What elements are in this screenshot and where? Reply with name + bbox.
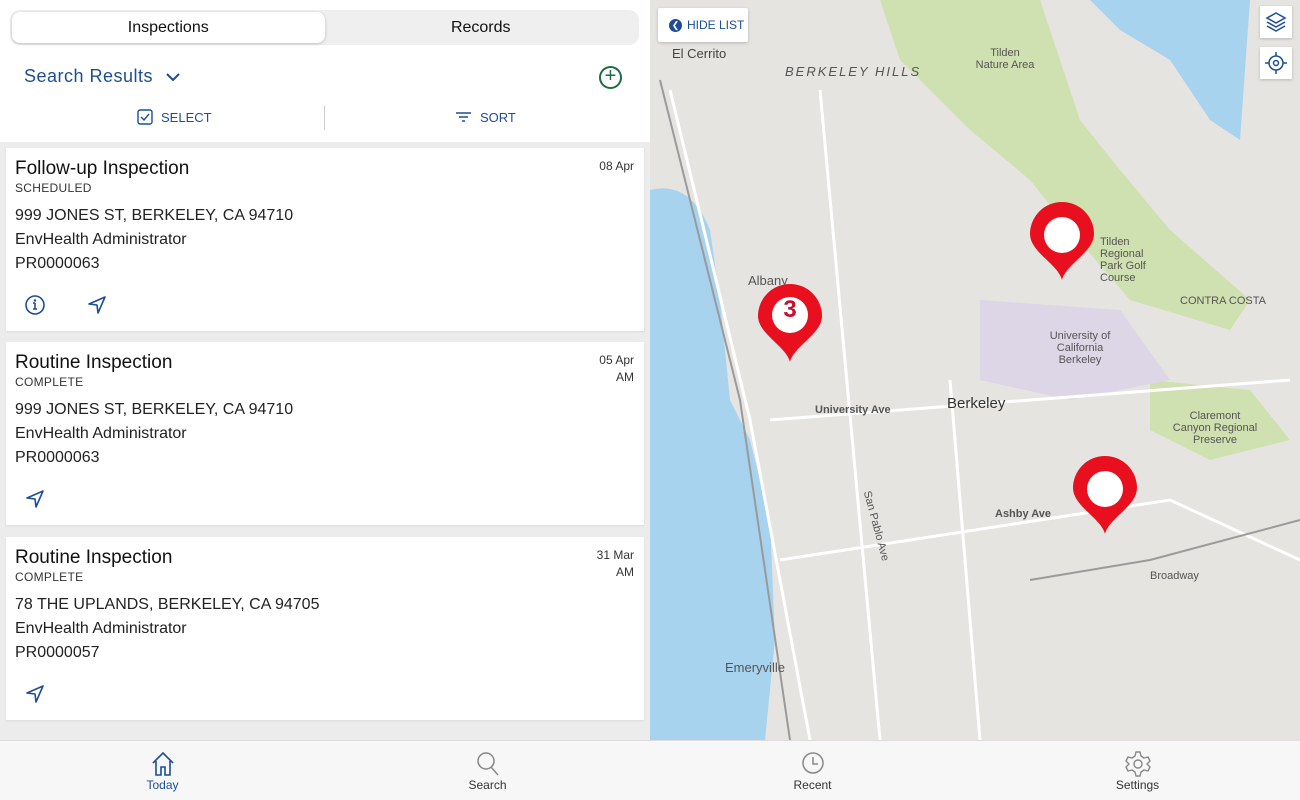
hide-list-label: HIDE LIST [687,18,745,32]
map-label: Tilden Regional Park Golf Course [1100,236,1146,284]
inspection-address: 999 JONES ST, BERKELEY, CA 94710 [15,207,294,224]
pin-icon [1030,202,1094,280]
nav-label: Recent [793,778,832,792]
info-icon[interactable] [24,294,46,316]
map-label: University of California Berkeley [1049,330,1111,366]
list-panel: Inspections Records Search Results + SEL… [0,0,650,740]
search-icon [476,752,499,776]
hide-list-button[interactable]: ❮ HIDE LIST [658,8,748,42]
inspection-inspector: EnvHealth Administrator [15,425,187,442]
time: AM [616,370,634,384]
inspection-record: PR0000063 [15,255,100,272]
time: AM [616,565,634,579]
inspection-title: Follow-up Inspection [15,158,190,179]
tab-records[interactable]: Records [325,12,638,43]
map-label: Berkeley [947,395,1006,412]
inspection-card[interactable]: Follow-up Inspection SCHEDULED 08 Apr 99… [6,148,644,331]
pin-icon [1073,456,1137,534]
sort-button[interactable]: SORT [455,104,516,130]
map-label: CONTRA COSTA [1180,295,1266,307]
inspection-title: Routine Inspection [15,547,173,568]
inspection-address: 999 JONES ST, BERKELEY, CA 94710 [15,401,294,418]
date: 08 Apr [599,159,634,173]
inspection-status: SCHEDULED [15,181,92,195]
nav-search[interactable]: Search [325,741,650,800]
select-label: SELECT [161,109,212,125]
map-background [650,0,1300,740]
inspection-record: PR0000057 [15,644,100,661]
nav-label: Search [468,778,507,792]
inspection-date: 08 Apr [599,158,634,175]
filter-icon [456,112,471,122]
map-label: University Ave [815,404,891,416]
date: 31 Mar [596,548,634,562]
crosshair-icon [1265,52,1287,74]
map-view[interactable]: El Cerrito BERKELEY HILLS Tilden Nature … [650,0,1300,740]
inspection-card[interactable]: Routine Inspection COMPLETE 31 Mar AM 78 … [6,537,644,720]
navigate-icon[interactable] [86,294,108,316]
map-label: Claremont Canyon Regional Preserve [1172,410,1258,446]
map-label: El Cerrito [672,46,727,61]
nav-today[interactable]: Today [0,741,325,800]
inspection-status: COMPLETE [15,570,84,584]
bottom-nav: Today Search Recent Settings [0,740,1300,800]
add-button[interactable]: + [599,66,622,89]
date: 05 Apr [599,353,634,367]
map-label: BERKELEY HILLS [785,64,922,79]
chevron-down-icon [166,72,180,81]
inspection-record: PR0000063 [15,449,100,466]
list-header: Inspections Records Search Results + SEL… [0,0,650,142]
inspection-date: 31 Mar AM [597,547,634,581]
layers-button[interactable] [1260,6,1292,38]
map-cluster-pin[interactable]: 3 [758,284,822,364]
nav-recent[interactable]: Recent [650,741,975,800]
inspection-address: 78 THE UPLANDS, BERKELEY, CA 94705 [15,596,320,613]
nav-label: Today [146,778,179,792]
segmented-tabs: Inspections Records [10,10,639,45]
select-button[interactable]: SELECT [137,104,212,130]
nav-label: Settings [1115,778,1160,792]
inspection-status: COMPLETE [15,375,84,389]
cluster-count: 3 [783,296,797,323]
layers-icon [1265,12,1287,32]
home-icon [151,751,174,776]
chevron-left-icon: ❮ [669,18,682,32]
clock-icon [801,752,824,774]
search-results-dropdown[interactable]: Search Results [24,66,181,87]
inspection-card[interactable]: Routine Inspection COMPLETE 05 Apr AM 999… [6,342,644,525]
checkbox-icon [137,109,153,125]
map-label: Tilden Nature Area [975,47,1035,71]
divider [324,106,325,130]
inspection-inspector: EnvHealth Administrator [15,620,187,637]
map-label: Broadway [1150,570,1199,582]
navigate-icon[interactable] [24,683,46,705]
search-results-title: Search Results [24,66,154,86]
locate-button[interactable] [1260,47,1292,79]
sort-label: SORT [480,109,516,125]
inspection-inspector: EnvHealth Administrator [15,231,187,248]
tab-inspections[interactable]: Inspections [12,12,325,43]
nav-settings[interactable]: Settings [975,741,1300,800]
map-label: Ashby Ave [995,508,1052,520]
gear-icon [1124,751,1151,777]
inspection-date: 05 Apr AM [599,352,634,386]
map-pin[interactable] [1073,456,1137,536]
map-label: Emeryville [725,660,785,675]
inspection-title: Routine Inspection [15,352,173,373]
map-pin[interactable] [1030,202,1094,282]
navigate-icon[interactable] [24,488,46,510]
